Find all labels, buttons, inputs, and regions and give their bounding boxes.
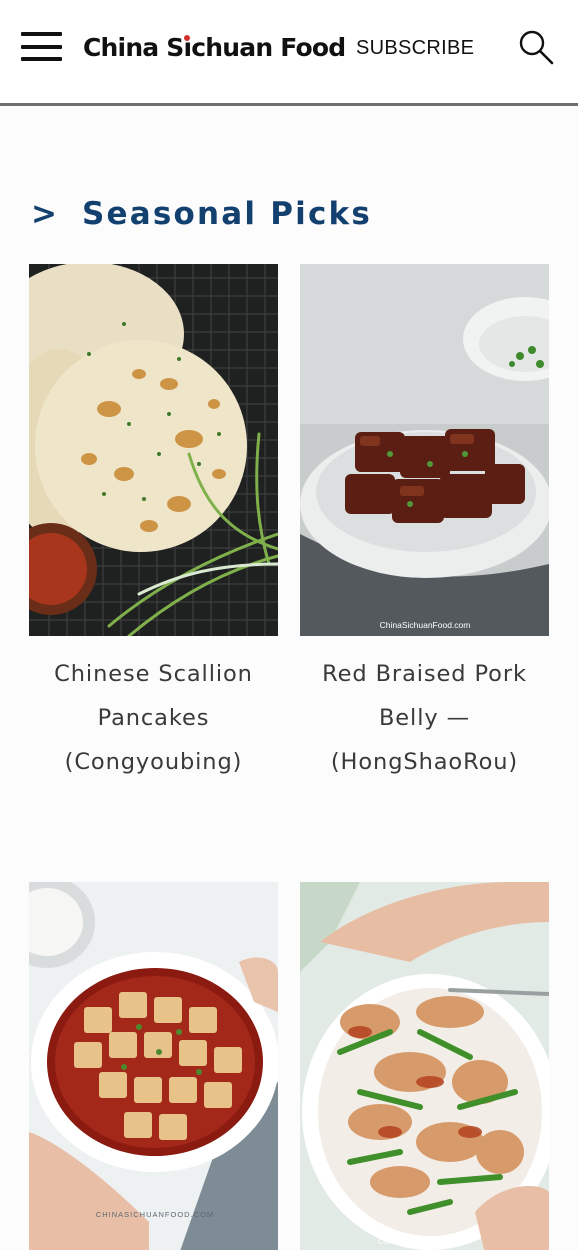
recipe-card-mapo-tofu[interactable]: CHINASICHUANFOOD.COM xyxy=(29,882,278,1250)
scallion-pancakes-photo[interactable] xyxy=(29,264,278,636)
photo-watermark: ChinaSichuanFood.com xyxy=(378,1237,458,1246)
menu-bar-top xyxy=(21,32,62,36)
recipe-card-braised-pork-belly[interactable]: ChinaSichuanFood.com Red Braised Pork Be… xyxy=(300,264,549,784)
section-title-text: Seasonal Picks xyxy=(82,196,373,232)
braised-pork-belly-photo[interactable]: ChinaSichuanFood.com xyxy=(300,264,549,636)
section-heading: > Seasonal Picks xyxy=(31,192,372,236)
recipe-card-title[interactable]: Red Braised Pork Belly —(HongShaoRou) xyxy=(300,652,549,784)
site-logo[interactable]: China Sıchuan Food xyxy=(83,30,346,66)
recipe-card-scallion-pancakes[interactable]: Chinese Scallion Pancakes (Congyoubing) xyxy=(29,264,278,784)
chevron-right-icon: > xyxy=(31,196,57,232)
photo-watermark: ChinaSichuanFood.com xyxy=(380,620,471,630)
logo-red-dot: ı xyxy=(184,30,193,66)
search-icon[interactable] xyxy=(517,29,555,67)
recipe-card-title[interactable]: Chinese Scallion Pancakes (Congyoubing) xyxy=(29,652,278,784)
site-header: China Sıchuan Food China Sichuan Food SU… xyxy=(0,0,578,106)
recipe-card-twice-cooked-pork[interactable]: ChinaSichuanFood.com xyxy=(300,882,549,1250)
menu-bar-bottom xyxy=(21,57,62,61)
twice-cooked-pork-photo[interactable]: ChinaSichuanFood.com xyxy=(300,882,549,1250)
mapo-tofu-photo[interactable]: CHINASICHUANFOOD.COM xyxy=(29,882,278,1250)
hamburger-menu-icon[interactable] xyxy=(21,32,63,62)
subscribe-link[interactable]: SUBSCRIBE xyxy=(356,35,474,61)
photo-watermark: CHINASICHUANFOOD.COM xyxy=(96,1210,214,1219)
menu-bar-middle xyxy=(21,45,62,49)
logo-text-data: China Sichuan Food xyxy=(0,0,1,1)
